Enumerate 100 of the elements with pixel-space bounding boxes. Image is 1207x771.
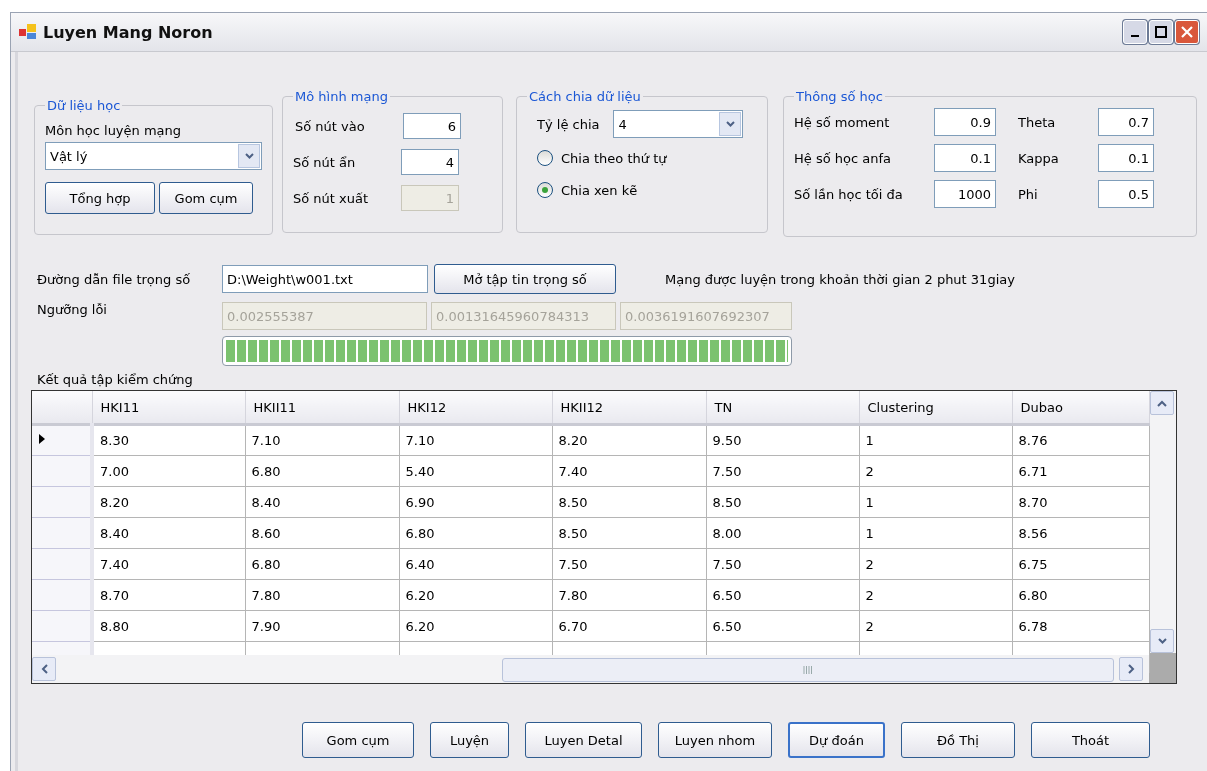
minimize-button[interactable] xyxy=(1123,20,1147,44)
section-label: Kết quả tập kiểm chứng xyxy=(37,372,194,387)
column-header[interactable]: HKI11 xyxy=(92,391,245,425)
table-cell: 8.60 xyxy=(245,517,399,549)
status-message: Mạng được luyện trong khoản thời gian 2 phut 31giay xyxy=(665,271,1015,287)
table-cell: 8.70 xyxy=(92,579,245,611)
table-cell: 9.50 xyxy=(706,424,859,456)
window-title: Luyen Mang Noron xyxy=(43,22,213,42)
close-button[interactable] xyxy=(1175,20,1199,44)
field-label: Số nút vào xyxy=(295,118,366,134)
table-cell: 8.80 xyxy=(92,610,245,642)
table-cell: 8.20 xyxy=(92,486,245,518)
group-title: Dữ liệu học xyxy=(46,98,122,113)
data-grid[interactable] xyxy=(31,390,1177,684)
group-title: Cách chia dữ liệu xyxy=(528,89,642,104)
column-header[interactable]: HKI12 xyxy=(399,391,552,425)
caret-right-icon xyxy=(1127,664,1135,674)
number-field[interactable]: 0.1 xyxy=(934,144,996,172)
table-cell: 1 xyxy=(859,486,1012,518)
field-label: Hệ số moment xyxy=(794,114,891,130)
action-button[interactable]: Đồ Thị xyxy=(901,722,1015,758)
caret-icon xyxy=(1157,638,1167,644)
number-field[interactable]: 0.1 xyxy=(1098,144,1154,172)
action-button[interactable]: Dự đoán xyxy=(788,722,885,758)
action-button[interactable]: Thoát xyxy=(1031,722,1150,758)
action-button[interactable]: Luyen Detal xyxy=(525,722,642,758)
table-cell: 2 xyxy=(859,610,1012,642)
scroll-left-button[interactable] xyxy=(32,657,56,681)
table-cell: 7.50 xyxy=(706,455,859,487)
table-cell: 8.50 xyxy=(706,486,859,518)
radio-button[interactable] xyxy=(537,150,553,166)
table-cell: 2 xyxy=(859,579,1012,611)
column-header[interactable]: HKII12 xyxy=(552,391,706,425)
subject-dropdown[interactable]: Vật lý xyxy=(45,142,262,170)
number-field[interactable]: 0.5 xyxy=(1098,180,1154,208)
scroll-right-button[interactable] xyxy=(1119,657,1143,681)
caret-icon xyxy=(726,121,735,127)
scroll-thumb[interactable] xyxy=(502,658,1114,682)
close-icon xyxy=(1181,26,1193,38)
column-header[interactable]: TN xyxy=(706,391,859,425)
maximize-icon xyxy=(1155,26,1167,38)
number-field[interactable]: 0.7 xyxy=(1098,108,1154,136)
field-label: Số lần học tối đa xyxy=(794,186,904,202)
column-header[interactable]: Clustering xyxy=(859,391,1012,425)
field-label: Ngưỡng lỗi xyxy=(37,302,108,317)
table-cell: 7.10 xyxy=(399,424,552,456)
table-cell: 8.56 xyxy=(1012,517,1149,549)
scroll-down-button[interactable] xyxy=(1150,629,1174,653)
scroll-up-button[interactable] xyxy=(1150,391,1174,415)
table-cell: 7.40 xyxy=(92,548,245,580)
radio-label: Chia xen kẽ xyxy=(561,182,638,198)
number-field[interactable]: 0.9 xyxy=(934,108,996,136)
field-label: Hệ số học anfa xyxy=(794,150,892,166)
table-cell: 6.40 xyxy=(399,548,552,580)
field-label: Kappa xyxy=(1018,150,1060,166)
field-label: Tỷ lệ chia xyxy=(537,116,600,132)
table-cell: 2 xyxy=(859,455,1012,487)
table-cell: 7.50 xyxy=(706,548,859,580)
table-cell: 6.80 xyxy=(1012,579,1149,611)
column-header[interactable]: HKII11 xyxy=(245,391,399,425)
table-cell: 6.80 xyxy=(399,517,552,549)
field-label: Theta xyxy=(1018,114,1057,130)
group-title: Thông số học xyxy=(795,89,884,104)
number-field[interactable]: 6 xyxy=(403,113,461,139)
field-label: Số nút ẩn xyxy=(293,154,357,170)
ratio-dropdown[interactable]: 4 xyxy=(613,110,744,138)
table-cell: 6.70 xyxy=(552,610,706,642)
column-header[interactable]: Dubao xyxy=(1012,391,1149,425)
number-field[interactable]: 1000 xyxy=(934,180,996,208)
field-label: Môn học luyện mạng xyxy=(45,123,183,138)
maximize-button[interactable] xyxy=(1149,20,1173,44)
table-cell: 6.78 xyxy=(1012,610,1149,642)
caret-left-icon xyxy=(40,664,48,674)
table-cell: 1 xyxy=(859,424,1012,456)
table-cell: 8.40 xyxy=(92,517,245,549)
table-cell: 6.20 xyxy=(399,579,552,611)
table-cell: 7.40 xyxy=(552,455,706,487)
table-cell: 7.50 xyxy=(552,548,706,580)
table-cell: 7.00 xyxy=(92,455,245,487)
table-cell: 7.90 xyxy=(245,610,399,642)
number-field[interactable]: 4 xyxy=(401,149,459,175)
table-cell: 6.71 xyxy=(1012,455,1149,487)
action-button[interactable]: Tổng hợp xyxy=(45,182,155,214)
field-label: Đường dẫn file trọng số xyxy=(37,271,192,287)
open-file-button[interactable]: Mở tập tin trọng số xyxy=(434,264,616,294)
table-cell: 8.20 xyxy=(552,424,706,456)
path-field[interactable]: D:\Weight\w001.txt xyxy=(222,265,428,293)
action-button[interactable]: Luyen nhom xyxy=(658,722,772,758)
table-cell: 1 xyxy=(859,517,1012,549)
table-cell: 8.76 xyxy=(1012,424,1149,456)
table-cell: 6.20 xyxy=(399,610,552,642)
action-button[interactable]: Gom cụm xyxy=(159,182,253,214)
table-cell: 7.80 xyxy=(552,579,706,611)
radio-label: Chia theo thứ tự xyxy=(561,150,667,166)
group-title: Mô hình mạng xyxy=(294,89,389,104)
action-button[interactable]: Luyện xyxy=(430,722,509,758)
table-cell: 6.50 xyxy=(706,610,859,642)
table-cell: 5.40 xyxy=(399,455,552,487)
radio-button[interactable] xyxy=(537,182,553,198)
action-button[interactable]: Gom cụm xyxy=(302,722,414,758)
